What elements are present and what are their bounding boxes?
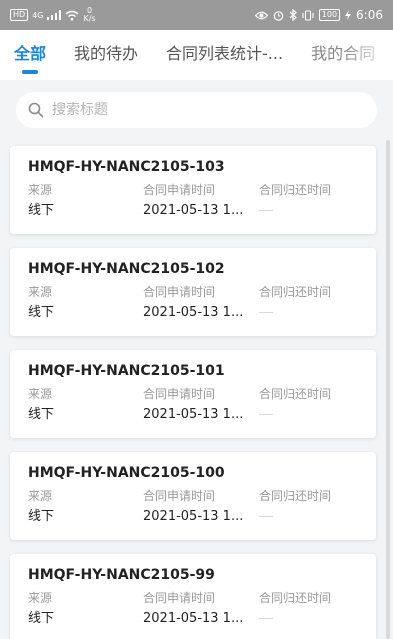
tab-bar: 全部 我的待办 合同列表统计-... 我的合同 [0, 30, 393, 80]
apply-time-value: 2021-05-13 1... [143, 407, 244, 422]
label-row: 来源 合同申请时间 合同归还时间 [28, 182, 376, 199]
return-time-value [259, 303, 369, 323]
contract-title: HMQF-HY-NANC2105-100 [28, 465, 225, 481]
contract-card[interactable]: HMQF-HY-NANC2105-102 来源 合同申请时间 合同归还时间 线下… [10, 248, 376, 336]
tab-contract-stats[interactable]: 合同列表统计-... [166, 30, 283, 80]
value-row: 线下 2021-05-13 1... [28, 507, 376, 527]
source-label: 来源 [28, 183, 53, 197]
wifi-icon [66, 10, 79, 21]
return-time-value [259, 609, 369, 629]
source-label: 来源 [28, 489, 53, 503]
contract-card[interactable]: HMQF-HY-NANC2105-99 来源 合同申请时间 合同归还时间 线下 … [10, 554, 376, 639]
apply-time-label: 合同申请时间 [143, 183, 216, 197]
contract-title: HMQF-HY-NANC2105-103 [28, 159, 225, 175]
clock: 6:06 [356, 8, 383, 22]
search-input[interactable] [52, 102, 352, 118]
label-row: 来源 合同申请时间 合同归还时间 [28, 590, 376, 607]
apply-time-label: 合同申请时间 [143, 387, 216, 401]
contract-list: HMQF-HY-NANC2105-103 来源 合同申请时间 合同归还时间 线下… [10, 146, 376, 639]
return-time-label: 合同归还时间 [259, 489, 332, 503]
signal-icon [47, 10, 62, 20]
source-value: 线下 [28, 509, 55, 524]
return-time-label: 合同归还时间 [259, 387, 332, 401]
signal-type: 4G [32, 10, 44, 20]
empty-dash [259, 516, 273, 517]
source-value: 线下 [28, 203, 55, 218]
apply-time-value: 2021-05-13 1... [143, 305, 244, 320]
return-time-value [259, 405, 369, 425]
speed-unit: K/s [83, 14, 96, 23]
return-time-value [259, 201, 369, 221]
apply-time-value: 2021-05-13 1... [143, 509, 244, 524]
contract-title: HMQF-HY-NANC2105-99 [28, 567, 215, 583]
apply-time-value: 2021-05-13 1... [143, 611, 244, 626]
value-row: 线下 2021-05-13 1... [28, 609, 376, 629]
contract-card[interactable]: HMQF-HY-NANC2105-101 来源 合同申请时间 合同归还时间 线下… [10, 350, 376, 438]
status-left: HD 4G 0 K/s [10, 7, 96, 23]
empty-dash [259, 210, 273, 211]
search-bar[interactable] [16, 92, 377, 128]
bluetooth-icon [289, 9, 297, 21]
contract-card[interactable]: HMQF-HY-NANC2105-103 来源 合同申请时间 合同归还时间 线下… [10, 146, 376, 234]
label-row: 来源 合同申请时间 合同归还时间 [28, 488, 376, 505]
contract-title: HMQF-HY-NANC2105-101 [28, 363, 225, 379]
empty-dash [259, 618, 273, 619]
contract-card[interactable]: HMQF-HY-NANC2105-100 来源 合同申请时间 合同归还时间 线下… [10, 452, 376, 540]
network-speed: 0 K/s [83, 7, 95, 23]
empty-dash [259, 312, 273, 313]
apply-time-label: 合同申请时间 [143, 489, 216, 503]
tabs-fade-overlay [343, 30, 393, 80]
alarm-icon [273, 10, 284, 21]
source-label: 来源 [28, 285, 53, 299]
tab-all[interactable]: 全部 [14, 30, 46, 80]
source-value: 线下 [28, 305, 55, 320]
tab-my-todo[interactable]: 我的待办 [74, 30, 138, 80]
source-value: 线下 [28, 407, 55, 422]
return-time-label: 合同归还时间 [259, 591, 332, 605]
empty-dash [259, 414, 273, 415]
source-value: 线下 [28, 611, 55, 626]
charging-icon [345, 10, 352, 20]
value-row: 线下 2021-05-13 1... [28, 303, 376, 323]
apply-time-label: 合同申请时间 [143, 285, 216, 299]
scrollbar[interactable] [386, 140, 390, 639]
source-label: 来源 [28, 387, 53, 401]
apply-time-value: 2021-05-13 1... [143, 203, 244, 218]
return-time-label: 合同归还时间 [259, 183, 332, 197]
status-bar: HD 4G 0 K/s 100 6:06 [0, 0, 393, 30]
search-icon [28, 102, 44, 118]
label-row: 来源 合同申请时间 合同归还时间 [28, 284, 376, 301]
return-time-label: 合同归还时间 [259, 285, 332, 299]
battery-level: 100 [321, 10, 338, 19]
apply-time-label: 合同申请时间 [143, 591, 216, 605]
return-time-value [259, 507, 369, 527]
network-badge: HD [10, 9, 29, 21]
eye-icon [254, 11, 268, 19]
status-right: 100 6:06 [254, 8, 383, 22]
label-row: 来源 合同申请时间 合同归还时间 [28, 386, 376, 403]
contract-title: HMQF-HY-NANC2105-102 [28, 261, 225, 277]
vibrate-icon [302, 9, 314, 21]
value-row: 线下 2021-05-13 1... [28, 201, 376, 221]
battery-indicator: 100 [318, 9, 341, 21]
source-label: 来源 [28, 591, 53, 605]
value-row: 线下 2021-05-13 1... [28, 405, 376, 425]
